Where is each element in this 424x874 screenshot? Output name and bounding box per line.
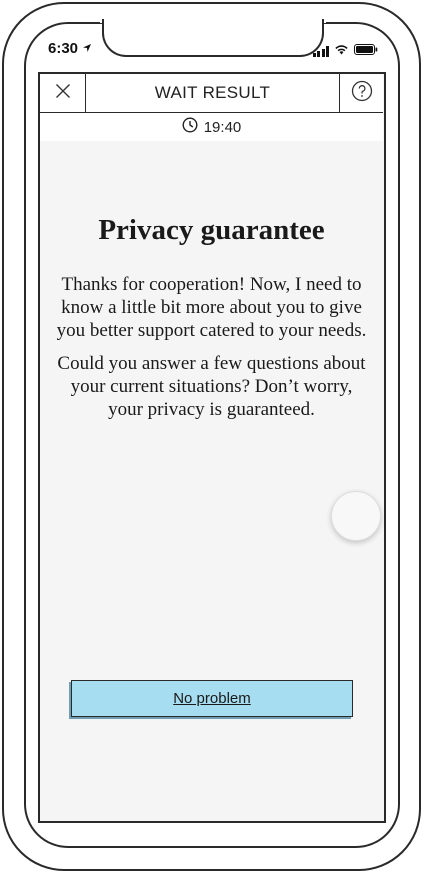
help-button[interactable] [339,74,383,112]
status-time-text: 6:30 [48,40,79,57]
message-heading: Privacy guarantee [98,214,325,246]
signal-bars-icon [312,45,329,57]
close-icon [55,83,71,104]
location-arrow-icon [82,40,92,57]
close-button[interactable] [40,74,86,112]
question-circle-icon [351,80,373,107]
status-bar-indicators [312,42,379,60]
countdown-timer: 19:40 [40,113,383,141]
top-navigation-bar: WAIT RESULT [40,74,383,113]
phone-notch [102,19,324,57]
no-problem-button[interactable]: No problem [71,680,353,717]
status-bar-time: 6:30 [48,40,92,57]
timer-value: 19:40 [203,118,242,136]
battery-icon [354,42,378,60]
clock-icon [182,117,198,137]
page-title: WAIT RESULT [154,83,271,102]
floating-assistive-button[interactable] [331,491,381,541]
wifi-icon [334,42,349,60]
privacy-message: Privacy guarantee Thanks for cooperation… [54,214,369,431]
message-paragraph-1: Thanks for cooperation! Now, I need to k… [56,274,367,341]
app-screen: WAIT RESULT 19:40 Privacy guarantee Than… [38,72,386,823]
message-paragraph-2: Could you answer a few questions about y… [57,353,366,420]
